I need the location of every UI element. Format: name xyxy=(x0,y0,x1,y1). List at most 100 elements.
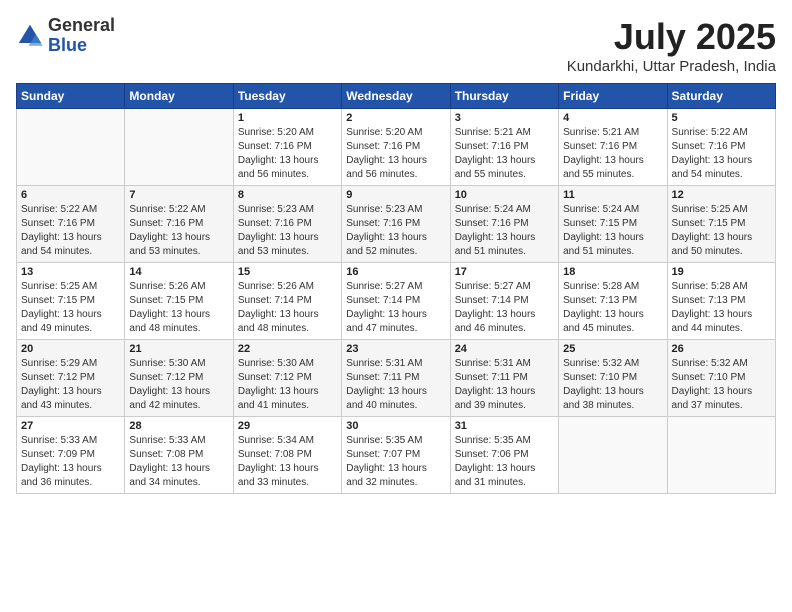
day-number: 25 xyxy=(563,343,662,355)
day-info: Sunrise: 5:33 AM Sunset: 7:09 PM Dayligh… xyxy=(21,434,120,490)
day-number: 30 xyxy=(346,420,445,432)
day-number: 28 xyxy=(129,420,228,432)
day-info: Sunrise: 5:33 AM Sunset: 7:08 PM Dayligh… xyxy=(129,434,228,490)
day-cell: 30 Sunrise: 5:35 AM Sunset: 7:07 PM Dayli… xyxy=(342,417,450,494)
day-cell: 5 Sunrise: 5:22 AM Sunset: 7:16 PM Daylig… xyxy=(667,109,775,186)
day-info: Sunrise: 5:32 AM Sunset: 7:10 PM Dayligh… xyxy=(563,357,662,413)
day-info: Sunrise: 5:27 AM Sunset: 7:14 PM Dayligh… xyxy=(346,280,445,336)
week-row-1: 6 Sunrise: 5:22 AM Sunset: 7:16 PM Daylig… xyxy=(17,186,776,263)
day-info: Sunrise: 5:35 AM Sunset: 7:06 PM Dayligh… xyxy=(455,434,554,490)
day-cell: 3 Sunrise: 5:21 AM Sunset: 7:16 PM Daylig… xyxy=(450,109,558,186)
day-cell: 27 Sunrise: 5:33 AM Sunset: 7:09 PM Dayli… xyxy=(17,417,125,494)
day-number: 2 xyxy=(346,112,445,124)
day-number: 13 xyxy=(21,266,120,278)
day-cell xyxy=(667,417,775,494)
header-wednesday: Wednesday xyxy=(342,84,450,109)
day-number: 23 xyxy=(346,343,445,355)
day-info: Sunrise: 5:21 AM Sunset: 7:16 PM Dayligh… xyxy=(455,126,554,182)
day-info: Sunrise: 5:22 AM Sunset: 7:16 PM Dayligh… xyxy=(672,126,771,182)
day-cell xyxy=(559,417,667,494)
day-number: 6 xyxy=(21,189,120,201)
day-number: 17 xyxy=(455,266,554,278)
day-info: Sunrise: 5:20 AM Sunset: 7:16 PM Dayligh… xyxy=(238,126,337,182)
day-number: 5 xyxy=(672,112,771,124)
day-number: 9 xyxy=(346,189,445,201)
day-cell: 25 Sunrise: 5:32 AM Sunset: 7:10 PM Dayli… xyxy=(559,340,667,417)
calendar-table: SundayMondayTuesdayWednesdayThursdayFrid… xyxy=(16,83,776,494)
header-monday: Monday xyxy=(125,84,233,109)
day-info: Sunrise: 5:25 AM Sunset: 7:15 PM Dayligh… xyxy=(672,203,771,259)
day-info: Sunrise: 5:26 AM Sunset: 7:14 PM Dayligh… xyxy=(238,280,337,336)
week-row-3: 20 Sunrise: 5:29 AM Sunset: 7:12 PM Dayli… xyxy=(17,340,776,417)
day-cell: 29 Sunrise: 5:34 AM Sunset: 7:08 PM Dayli… xyxy=(233,417,341,494)
day-cell: 14Sunrise: 5:26 AM Sunset: 7:15 PM Dayli… xyxy=(125,263,233,340)
day-number: 1 xyxy=(238,112,337,124)
day-number: 31 xyxy=(455,420,554,432)
day-info: Sunrise: 5:31 AM Sunset: 7:11 PM Dayligh… xyxy=(346,357,445,413)
day-number: 16 xyxy=(346,266,445,278)
day-number: 20 xyxy=(21,343,120,355)
day-cell xyxy=(125,109,233,186)
day-cell: 21 Sunrise: 5:30 AM Sunset: 7:12 PM Dayli… xyxy=(125,340,233,417)
day-cell: 4Sunrise: 5:21 AM Sunset: 7:16 PM Daylig… xyxy=(559,109,667,186)
header-row: SundayMondayTuesdayWednesdayThursdayFrid… xyxy=(17,84,776,109)
day-info: Sunrise: 5:22 AM Sunset: 7:16 PM Dayligh… xyxy=(129,203,228,259)
day-cell: 24 Sunrise: 5:31 AM Sunset: 7:11 PM Dayli… xyxy=(450,340,558,417)
day-number: 27 xyxy=(21,420,120,432)
day-number: 15 xyxy=(238,266,337,278)
header-friday: Friday xyxy=(559,84,667,109)
day-cell: 17 Sunrise: 5:27 AM Sunset: 7:14 PM Dayli… xyxy=(450,263,558,340)
day-number: 24 xyxy=(455,343,554,355)
day-cell: 23 Sunrise: 5:31 AM Sunset: 7:11 PM Dayli… xyxy=(342,340,450,417)
calendar-header: SundayMondayTuesdayWednesdayThursdayFrid… xyxy=(17,84,776,109)
day-cell: 1 Sunrise: 5:20 AM Sunset: 7:16 PM Daylig… xyxy=(233,109,341,186)
month-title: July 2025 xyxy=(567,16,776,58)
day-info: Sunrise: 5:24 AM Sunset: 7:16 PM Dayligh… xyxy=(455,203,554,259)
title-block: July 2025 Kundarkhi, Uttar Pradesh, Indi… xyxy=(567,16,776,75)
day-number: 12 xyxy=(672,189,771,201)
day-info: Sunrise: 5:21 AM Sunset: 7:16 PM Dayligh… xyxy=(563,126,662,182)
day-cell: 13 Sunrise: 5:25 AM Sunset: 7:15 PM Dayli… xyxy=(17,263,125,340)
day-number: 14 xyxy=(129,266,228,278)
day-number: 3 xyxy=(455,112,554,124)
day-cell: 19Sunrise: 5:28 AM Sunset: 7:13 PM Dayli… xyxy=(667,263,775,340)
day-info: Sunrise: 5:35 AM Sunset: 7:07 PM Dayligh… xyxy=(346,434,445,490)
day-number: 22 xyxy=(238,343,337,355)
day-info: Sunrise: 5:32 AM Sunset: 7:10 PM Dayligh… xyxy=(672,357,771,413)
day-cell: 26 Sunrise: 5:32 AM Sunset: 7:10 PM Dayli… xyxy=(667,340,775,417)
week-row-4: 27 Sunrise: 5:33 AM Sunset: 7:09 PM Dayli… xyxy=(17,417,776,494)
logo: General Blue xyxy=(16,16,115,56)
day-info: Sunrise: 5:25 AM Sunset: 7:15 PM Dayligh… xyxy=(21,280,120,336)
logo-general: General xyxy=(48,15,115,35)
day-number: 26 xyxy=(672,343,771,355)
day-number: 21 xyxy=(129,343,228,355)
day-info: Sunrise: 5:29 AM Sunset: 7:12 PM Dayligh… xyxy=(21,357,120,413)
day-number: 29 xyxy=(238,420,337,432)
day-info: Sunrise: 5:30 AM Sunset: 7:12 PM Dayligh… xyxy=(238,357,337,413)
day-info: Sunrise: 5:27 AM Sunset: 7:14 PM Dayligh… xyxy=(455,280,554,336)
day-cell: 18Sunrise: 5:28 AM Sunset: 7:13 PM Dayli… xyxy=(559,263,667,340)
day-cell: 20 Sunrise: 5:29 AM Sunset: 7:12 PM Dayli… xyxy=(17,340,125,417)
day-info: Sunrise: 5:23 AM Sunset: 7:16 PM Dayligh… xyxy=(238,203,337,259)
day-number: 10 xyxy=(455,189,554,201)
page-header: General Blue July 2025 Kundarkhi, Uttar … xyxy=(16,16,776,75)
day-cell: 11Sunrise: 5:24 AM Sunset: 7:15 PM Dayli… xyxy=(559,186,667,263)
day-cell: 16 Sunrise: 5:27 AM Sunset: 7:14 PM Dayli… xyxy=(342,263,450,340)
day-info: Sunrise: 5:23 AM Sunset: 7:16 PM Dayligh… xyxy=(346,203,445,259)
day-number: 19 xyxy=(672,266,771,278)
header-saturday: Saturday xyxy=(667,84,775,109)
day-info: Sunrise: 5:30 AM Sunset: 7:12 PM Dayligh… xyxy=(129,357,228,413)
day-number: 11 xyxy=(563,189,662,201)
day-info: Sunrise: 5:20 AM Sunset: 7:16 PM Dayligh… xyxy=(346,126,445,182)
day-cell: 22 Sunrise: 5:30 AM Sunset: 7:12 PM Dayli… xyxy=(233,340,341,417)
day-info: Sunrise: 5:31 AM Sunset: 7:11 PM Dayligh… xyxy=(455,357,554,413)
day-info: Sunrise: 5:28 AM Sunset: 7:13 PM Dayligh… xyxy=(563,280,662,336)
header-thursday: Thursday xyxy=(450,84,558,109)
day-info: Sunrise: 5:34 AM Sunset: 7:08 PM Dayligh… xyxy=(238,434,337,490)
day-info: Sunrise: 5:22 AM Sunset: 7:16 PM Dayligh… xyxy=(21,203,120,259)
header-tuesday: Tuesday xyxy=(233,84,341,109)
day-cell: 8Sunrise: 5:23 AM Sunset: 7:16 PM Daylig… xyxy=(233,186,341,263)
day-cell: 28 Sunrise: 5:33 AM Sunset: 7:08 PM Dayli… xyxy=(125,417,233,494)
logo-icon xyxy=(16,22,44,50)
week-row-0: 1 Sunrise: 5:20 AM Sunset: 7:16 PM Daylig… xyxy=(17,109,776,186)
